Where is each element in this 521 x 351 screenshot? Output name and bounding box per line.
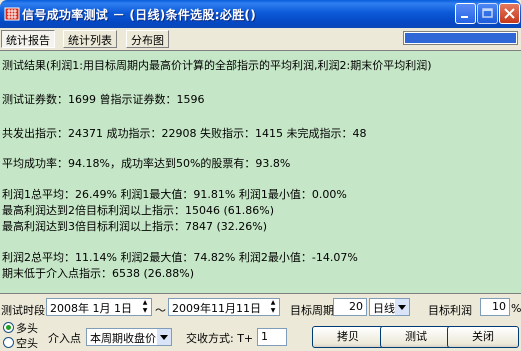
end-date-picker[interactable]: 2009年11月11日 ▲ ▼ bbox=[168, 298, 280, 316]
progress-bar-fill bbox=[405, 33, 516, 43]
window-title: 信号成功率测试 － (日线)条件选股:必胜() bbox=[22, 8, 256, 22]
settlement-input[interactable]: 1 bbox=[257, 328, 287, 346]
target-profit-label: 目标利润 bbox=[428, 304, 472, 317]
tab-stats-report[interactable]: 统计报告 bbox=[1, 30, 55, 48]
entry-point-select[interactable]: 本周期收盘价 bbox=[86, 328, 172, 346]
long-label[interactable]: 多头 bbox=[16, 320, 38, 336]
stats-report-panel: 测试结果(利润1:用目标周期内最高价计算的全部指示的平均利润,利润2:期末价平均… bbox=[0, 50, 521, 294]
close-button[interactable]: 关闭 bbox=[447, 326, 519, 348]
settlement-label: 交收方式: T+ bbox=[186, 332, 254, 345]
target-period-input[interactable]: 20 bbox=[333, 298, 367, 316]
report-line-securities: 测试证券数：1699 曾指示证券数：1596 bbox=[2, 93, 205, 106]
report-line-header: 测试结果(利润1:用目标周期内最高价计算的全部指示的平均利润,利润2:期末价平均… bbox=[2, 59, 432, 72]
chevron-down-icon[interactable] bbox=[395, 299, 409, 315]
percent-sign: % bbox=[511, 302, 521, 315]
maximize-button[interactable] bbox=[477, 3, 498, 24]
entry-point-label: 介入点 bbox=[48, 332, 81, 345]
end-date-value: 2009年11月11日 bbox=[172, 302, 261, 315]
report-line-3x-target: 最高利润达到3倍目标利润以上指示：7847 (32.26%) bbox=[2, 220, 268, 233]
report-line-profit1: 利润1总平均：26.49% 利润1最大值：91.81% 利润1最小值：0.00% bbox=[2, 188, 347, 201]
progress-bar bbox=[403, 31, 518, 45]
copy-button[interactable]: 拷贝 bbox=[312, 326, 384, 348]
start-date-picker[interactable]: 2008年 1月 1日 ▲ ▼ bbox=[46, 298, 152, 316]
long-radio[interactable] bbox=[3, 322, 14, 333]
entry-point-value: 本周期收盘价 bbox=[90, 332, 156, 345]
date-separator: ～ bbox=[155, 304, 166, 317]
target-profit-input[interactable]: 10 bbox=[480, 298, 510, 316]
tab-distribution-chart[interactable]: 分布图 bbox=[126, 30, 169, 48]
period-unit-value: 日线 bbox=[373, 302, 395, 315]
report-line-2x-target: 最高利润达到2倍目标利润以上指示：15046 (61.86%) bbox=[2, 204, 275, 217]
spin-up-icon[interactable]: ▲ bbox=[139, 299, 151, 307]
short-label[interactable]: 空头 bbox=[16, 335, 38, 351]
report-line-signals: 共发出指示：24371 成功指示：22908 失败指示：1415 未完成指示：4… bbox=[2, 127, 367, 140]
tab-stats-list[interactable]: 统计列表 bbox=[63, 30, 117, 48]
test-button[interactable]: 测试 bbox=[380, 326, 452, 348]
start-date-spinner[interactable]: ▲ ▼ bbox=[139, 299, 151, 315]
end-date-spinner[interactable]: ▲ ▼ bbox=[267, 299, 279, 315]
app-logo-icon bbox=[4, 6, 20, 22]
report-line-profit2: 利润2总平均：11.14% 利润2最大值：74.82% 利润2最小值：-14.0… bbox=[2, 251, 358, 264]
spin-up-icon[interactable]: ▲ bbox=[267, 299, 279, 307]
short-radio[interactable] bbox=[3, 337, 14, 348]
period-unit-select[interactable]: 日线 bbox=[369, 298, 410, 316]
minimize-button[interactable] bbox=[455, 3, 476, 24]
report-line-below-entry: 期末低于介入点指示：6538 (26.88%) bbox=[2, 267, 195, 280]
title-bar[interactable]: 信号成功率测试 － (日线)条件选股:必胜() bbox=[0, 0, 521, 28]
spin-down-icon[interactable]: ▼ bbox=[267, 307, 279, 315]
report-line-success-rate: 平均成功率：94.18%，成功率达到50%的股票有：93.8% bbox=[2, 157, 291, 170]
period-label: 测试时段 bbox=[1, 304, 45, 317]
close-window-button[interactable] bbox=[499, 3, 520, 24]
target-period-label: 目标周期 bbox=[290, 304, 334, 317]
chevron-down-icon[interactable] bbox=[157, 329, 171, 345]
start-date-value: 2008年 1月 1日 bbox=[50, 302, 132, 315]
spin-down-icon[interactable]: ▼ bbox=[139, 307, 151, 315]
